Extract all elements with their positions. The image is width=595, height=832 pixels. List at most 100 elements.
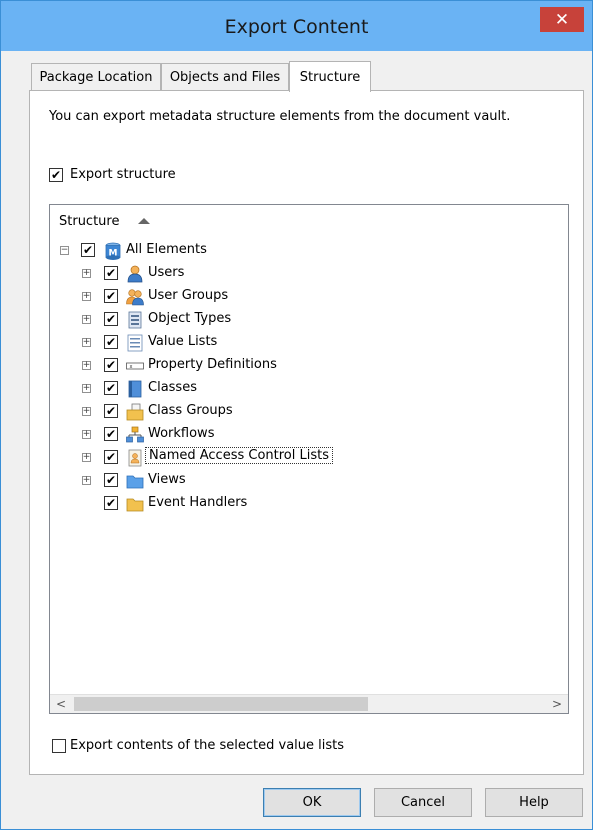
- tree-item-label: Views: [148, 472, 186, 487]
- plus-icon: +: [82, 406, 91, 416]
- value-list-icon: [127, 334, 143, 352]
- export-content-dialog: Export Content ✕ Package Location Object…: [0, 0, 593, 830]
- tree-item-classes[interactable]: + ✔ Classes: [50, 378, 550, 400]
- tab-structure[interactable]: Structure: [289, 61, 371, 92]
- tree-item-event-handlers[interactable]: ✔ Event Handlers: [50, 493, 550, 515]
- tree-checkbox[interactable]: ✔: [104, 450, 118, 464]
- user-icon: [127, 265, 143, 283]
- chevron-right-icon: >: [551, 697, 563, 711]
- plus-icon: +: [82, 360, 91, 370]
- structure-tab-panel: You can export metadata structure elemen…: [29, 90, 584, 775]
- window-title: Export Content: [224, 16, 369, 38]
- tree-item-label: Value Lists: [148, 334, 218, 349]
- scroll-right-button[interactable]: >: [548, 695, 566, 713]
- tree-item-views[interactable]: + ✔ Views: [50, 470, 550, 492]
- workflow-icon: [126, 426, 144, 443]
- tree-root-row[interactable]: − ✔ M All Elements: [50, 240, 550, 262]
- tree-item-named-access-control-lists[interactable]: + ✔ Named Access Control Lists: [50, 447, 550, 469]
- tab-package-location[interactable]: Package Location: [31, 63, 161, 90]
- tree-item-label: Workflows: [148, 426, 215, 441]
- plus-icon: +: [82, 268, 91, 278]
- scrollbar-thumb[interactable]: [74, 697, 368, 711]
- tree-item-object-types[interactable]: + ✔ Object Types: [50, 309, 550, 331]
- plus-icon: +: [82, 291, 91, 301]
- tree-checkbox[interactable]: ✔: [104, 312, 118, 326]
- expand-toggle[interactable]: +: [82, 292, 91, 301]
- expand-toggle[interactable]: +: [82, 407, 91, 416]
- check-icon: ✔: [105, 496, 117, 510]
- check-icon: ✔: [105, 289, 117, 303]
- tree-item-label: Event Handlers: [148, 495, 248, 510]
- tree-checkbox[interactable]: ✔: [104, 289, 118, 303]
- expand-toggle[interactable]: +: [82, 476, 91, 485]
- collapse-toggle[interactable]: −: [60, 246, 69, 255]
- tree-item-class-groups[interactable]: + ✔ Class Groups: [50, 401, 550, 423]
- expand-toggle[interactable]: +: [82, 361, 91, 370]
- check-icon: ✔: [50, 168, 62, 182]
- plus-icon: +: [82, 452, 91, 462]
- plus-icon: +: [82, 383, 91, 393]
- user-group-icon: [126, 289, 144, 306]
- expand-toggle[interactable]: +: [82, 453, 91, 462]
- tree-item-label: Object Types: [148, 311, 232, 326]
- tab-objects-and-files[interactable]: Objects and Files: [161, 63, 289, 90]
- tree-item-user-groups[interactable]: + ✔ User Groups: [50, 286, 550, 308]
- access-control-list-icon: [128, 449, 142, 467]
- tree-checkbox[interactable]: ✔: [104, 404, 118, 418]
- tree-item-label: All Elements: [126, 242, 207, 257]
- help-button[interactable]: Help: [485, 788, 583, 817]
- plus-icon: +: [82, 314, 91, 324]
- expand-toggle[interactable]: +: [82, 315, 91, 324]
- tree-item-workflows[interactable]: + ✔ Workflows: [50, 424, 550, 446]
- tree-item-users[interactable]: + ✔ Users: [50, 263, 550, 285]
- tree-item-property-definitions[interactable]: + ✔ x Property Definitions: [50, 355, 550, 377]
- tree-checkbox[interactable]: ✔: [104, 266, 118, 280]
- expand-toggle[interactable]: +: [82, 338, 91, 347]
- folder-icon: [126, 498, 144, 512]
- structure-column-header[interactable]: Structure: [59, 214, 119, 229]
- tree-item-label: Class Groups: [148, 403, 233, 418]
- object-type-icon: [128, 311, 142, 329]
- tab-label: Objects and Files: [169, 69, 281, 85]
- expand-toggle[interactable]: +: [82, 269, 91, 278]
- horizontal-scrollbar[interactable]: < >: [50, 694, 568, 713]
- folder-icon: [126, 475, 144, 489]
- export-value-list-contents-checkbox[interactable]: [52, 739, 66, 753]
- tree-checkbox[interactable]: ✔: [81, 243, 95, 257]
- plus-icon: +: [82, 475, 91, 485]
- property-definition-icon: x: [126, 362, 144, 370]
- close-button[interactable]: ✕: [540, 7, 584, 32]
- check-icon: ✔: [105, 381, 117, 395]
- title-bar[interactable]: Export Content ✕: [1, 1, 592, 51]
- check-icon: ✔: [105, 266, 117, 280]
- tree-item-label: Users: [148, 265, 185, 280]
- tree-checkbox[interactable]: ✔: [104, 427, 118, 441]
- expand-toggle[interactable]: +: [82, 430, 91, 439]
- scroll-left-button[interactable]: <: [52, 695, 70, 713]
- tree-item-label: Named Access Control Lists: [145, 447, 333, 464]
- svg-text:M: M: [109, 249, 118, 259]
- plus-icon: +: [82, 337, 91, 347]
- tree-checkbox[interactable]: ✔: [104, 358, 118, 372]
- check-icon: ✔: [105, 473, 117, 487]
- class-group-icon: [126, 403, 144, 421]
- tree-item-value-lists[interactable]: + ✔ Value Lists: [50, 332, 550, 354]
- tree-checkbox[interactable]: ✔: [104, 381, 118, 395]
- ok-button[interactable]: OK: [263, 788, 361, 817]
- plus-icon: +: [82, 429, 91, 439]
- check-icon: ✔: [105, 450, 117, 464]
- tree-checkbox[interactable]: ✔: [104, 335, 118, 349]
- check-icon: ✔: [82, 243, 94, 257]
- check-icon: ✔: [105, 358, 117, 372]
- tree-checkbox[interactable]: ✔: [104, 496, 118, 510]
- cancel-button[interactable]: Cancel: [374, 788, 472, 817]
- expand-toggle[interactable]: +: [82, 384, 91, 393]
- export-structure-checkbox[interactable]: ✔: [49, 168, 63, 182]
- tree-checkbox[interactable]: ✔: [104, 473, 118, 487]
- vault-m-icon: M: [105, 242, 121, 260]
- chevron-left-icon: <: [55, 697, 67, 711]
- structure-description: You can export metadata structure elemen…: [49, 109, 511, 124]
- structure-tree[interactable]: Structure − ✔ M All Elements + ✔ Users +…: [49, 204, 569, 714]
- tab-label: Package Location: [39, 69, 153, 85]
- check-icon: ✔: [105, 427, 117, 441]
